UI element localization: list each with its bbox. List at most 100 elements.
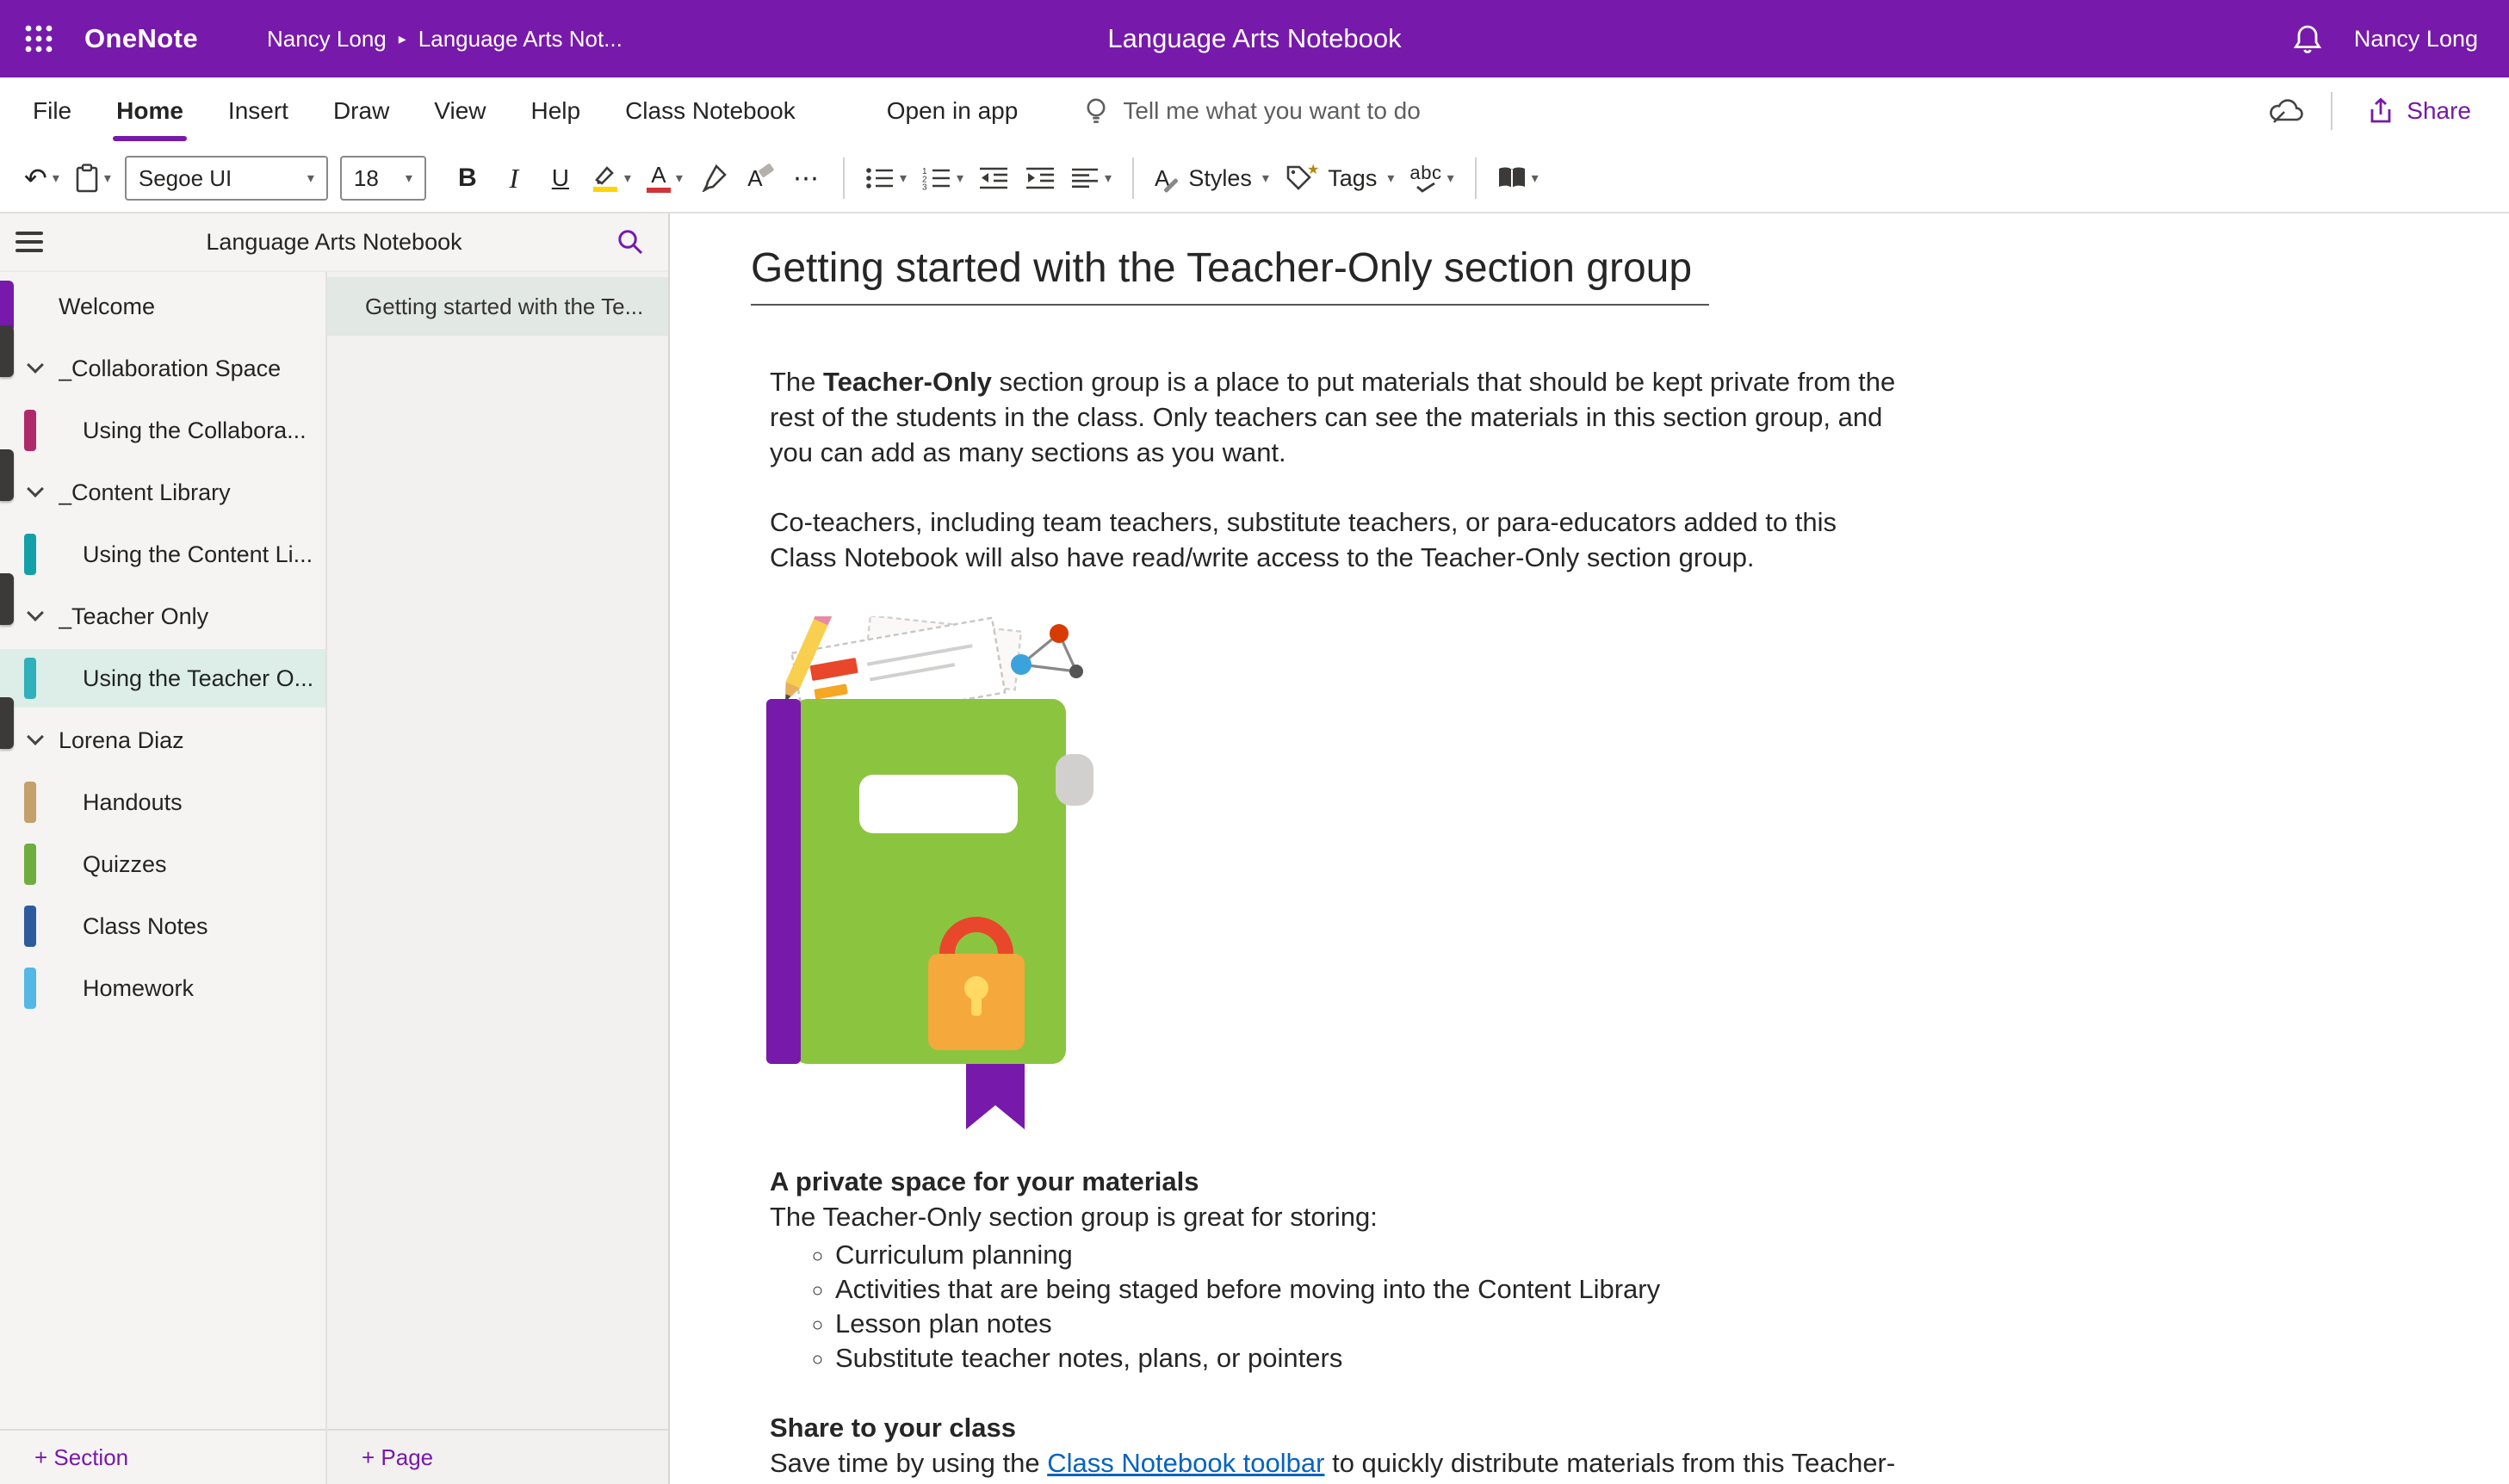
highlight-button[interactable]: ▾ (585, 152, 638, 204)
highlighter-icon (592, 164, 619, 192)
italic-icon: I (505, 163, 524, 195)
section-color-tab (24, 534, 36, 575)
chevron-down-icon: ▾ (53, 170, 59, 187)
sidebar-group-lorena-diaz[interactable]: Lorena Diaz (0, 711, 325, 770)
format-painter-icon (701, 164, 727, 192)
sidebar-section-using-teacher-only[interactable]: Using the Teacher O... (0, 649, 325, 708)
sidebar-section-class-notes[interactable]: Class Notes (0, 897, 325, 955)
sidebar-section-quizzes[interactable]: Quizzes (0, 835, 325, 893)
add-page-button[interactable]: + Page (327, 1429, 668, 1484)
breadcrumb-separator-icon: ▸ (399, 30, 406, 48)
styles-label: Styles (1188, 165, 1252, 192)
list-item: Activities that are being staged before … (835, 1272, 1906, 1307)
undo-button[interactable]: ↶ ▾ (17, 152, 66, 204)
open-in-app-button[interactable]: Open in app (873, 77, 1032, 145)
waffle-grid-icon (23, 23, 54, 54)
font-name-value: Segoe UI (139, 165, 232, 192)
add-section-button[interactable]: + Section (0, 1429, 325, 1484)
numbered-list-button[interactable]: 123 ▾ (915, 152, 970, 204)
font-color-icon: A (647, 164, 671, 193)
breadcrumb-notebook[interactable]: Language Arts Not... (418, 26, 623, 53)
decrease-indent-button[interactable] (972, 152, 1017, 204)
breadcrumb-user[interactable]: Nancy Long (267, 26, 387, 53)
align-left-icon (1072, 167, 1100, 189)
underline-button[interactable]: U (538, 152, 583, 204)
section-color-tab (24, 782, 36, 823)
navigation-panes: Language Arts Notebook Welcome (0, 213, 670, 1484)
chevron-down-icon: ▾ (1105, 170, 1112, 187)
chevron-down-icon (27, 356, 44, 374)
page-canvas[interactable]: Getting started with the Teacher-Only se… (670, 213, 2509, 1484)
bullet-list-button[interactable]: ▾ (858, 152, 914, 204)
notebook-illustration (766, 616, 2457, 1136)
increase-indent-icon (1026, 166, 1056, 190)
bold-button[interactable]: B (445, 152, 490, 204)
chevron-down-icon: ▾ (104, 170, 111, 187)
spelling-button[interactable]: abc ▾ (1403, 152, 1460, 204)
tab-insert[interactable]: Insert (206, 77, 311, 145)
paste-button[interactable]: ▾ (68, 152, 118, 204)
storing-list: Curriculum planning Activities that are … (770, 1238, 1906, 1376)
sync-status-icon[interactable] (2262, 85, 2310, 137)
italic-button[interactable]: I (492, 152, 536, 204)
search-button[interactable] (610, 221, 651, 263)
tab-file[interactable]: File (10, 77, 94, 145)
account-name[interactable]: Nancy Long (2354, 26, 2478, 53)
more-options-button[interactable]: ⋯ (784, 152, 829, 204)
sidebar-section-welcome[interactable]: Welcome (0, 277, 325, 336)
search-icon (616, 228, 644, 256)
section-color-tab (24, 658, 36, 699)
alignment-button[interactable]: ▾ (1065, 152, 1118, 204)
font-name-select[interactable]: Segoe UI ▾ (125, 156, 328, 201)
bullet-list-icon (865, 166, 895, 190)
menubar-right: Share (2262, 77, 2509, 145)
ribbon-tab-bar: File Home Insert Draw View Help Class No… (0, 77, 2509, 145)
chevron-down-icon: ▾ (307, 170, 314, 187)
immersive-reader-button[interactable]: ▾ (1490, 152, 1546, 204)
sidebar-section-using-content-library[interactable]: Using the Content Li... (0, 525, 325, 584)
svg-text:3: 3 (922, 183, 927, 190)
sidebar-group-collaboration-space[interactable]: _Collaboration Space (0, 339, 325, 398)
pages-pane: Getting started with the Te... + Page (327, 272, 668, 1484)
class-notebook-toolbar-link[interactable]: Class Notebook toolbar (1047, 1448, 1324, 1478)
tab-help[interactable]: Help (508, 77, 603, 145)
styles-button[interactable]: A Styles ▾ (1148, 152, 1276, 204)
share-label: Share (2407, 97, 2471, 125)
page-item-getting-started[interactable]: Getting started with the Te... (327, 277, 668, 336)
chevron-down-icon (27, 728, 44, 745)
app-title[interactable]: OneNote (84, 23, 198, 54)
increase-indent-button[interactable] (1019, 152, 1063, 204)
section-color-tab (24, 844, 36, 885)
app-launcher-icon[interactable] (0, 0, 77, 77)
section-group-tab (0, 573, 14, 625)
chevron-down-icon: ▾ (1532, 170, 1539, 187)
tell-me-label: Tell me what you want to do (1123, 97, 1421, 125)
tell-me-search[interactable]: Tell me what you want to do (1083, 77, 1421, 145)
breadcrumb[interactable]: Nancy Long ▸ Language Arts Not... (267, 26, 623, 53)
list-item: Lesson plan notes (835, 1307, 1906, 1341)
tags-button[interactable]: ★ Tags ▾ (1278, 152, 1401, 204)
tab-home[interactable]: Home (94, 77, 206, 145)
heading-private-space: A private space for your materials (770, 1164, 1906, 1199)
share-button[interactable]: Share (2353, 90, 2485, 132)
notebook-pane-header: Language Arts Notebook (0, 213, 668, 272)
tab-draw[interactable]: Draw (311, 77, 412, 145)
font-size-select[interactable]: 18 ▾ (340, 156, 426, 201)
sidebar-group-teacher-only[interactable]: _Teacher Only (0, 587, 325, 646)
tab-view[interactable]: View (412, 77, 508, 145)
hamburger-menu-icon[interactable] (0, 213, 59, 271)
font-color-button[interactable]: A ▾ (640, 152, 690, 204)
tab-class-notebook[interactable]: Class Notebook (603, 77, 818, 145)
paragraph-share: Save time by using the Class Notebook to… (770, 1445, 1906, 1484)
page-title: Getting started with the Teacher-Only se… (751, 244, 1709, 306)
notifications-button[interactable] (2289, 20, 2326, 58)
sidebar-group-content-library[interactable]: _Content Library (0, 463, 325, 522)
sidebar-section-using-collaboration[interactable]: Using the Collabora... (0, 401, 325, 460)
sidebar-section-handouts[interactable]: Handouts (0, 773, 325, 832)
storing-intro: The Teacher-Only section group is great … (770, 1199, 1906, 1234)
underline-icon: U (552, 164, 569, 192)
section-list: Welcome _Collaboration Space Using the C… (0, 272, 325, 1429)
clear-formatting-button[interactable]: A (738, 152, 783, 204)
format-painter-button[interactable] (691, 152, 736, 204)
sidebar-section-homework[interactable]: Homework (0, 959, 325, 1017)
